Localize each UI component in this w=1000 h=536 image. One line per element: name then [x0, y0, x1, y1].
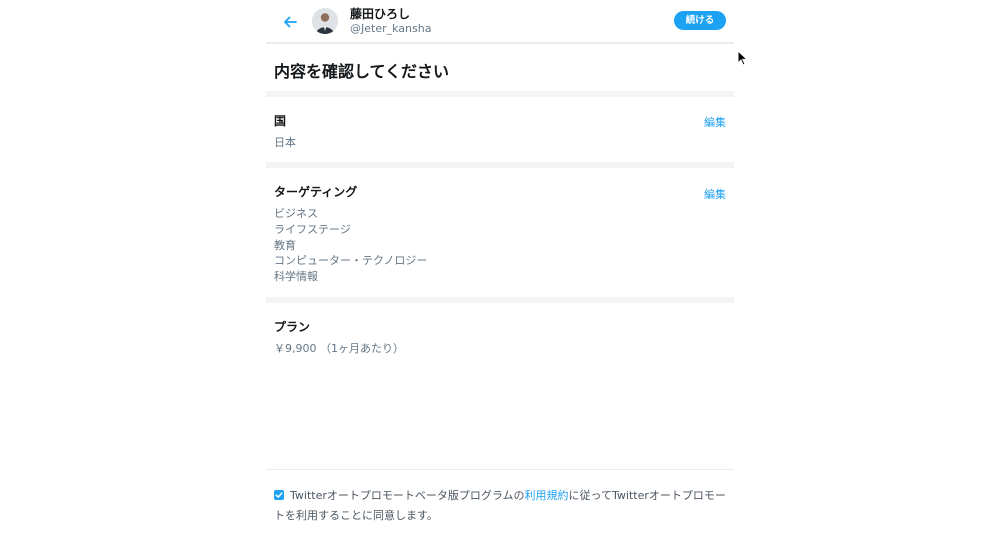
section-divider — [266, 162, 734, 168]
country-edit-link[interactable]: 編集 — [704, 114, 726, 130]
consent-checkbox[interactable] — [274, 490, 284, 500]
section-divider — [266, 91, 734, 97]
plan-section-label: プラン — [274, 320, 311, 334]
avatar[interactable] — [312, 8, 338, 34]
terms-link[interactable]: 利用規約 — [525, 489, 569, 502]
consent-text-before: Twitterオートプロモートベータ版プログラムの — [290, 489, 525, 502]
country-value: 日本 — [274, 136, 296, 149]
section-divider — [266, 297, 734, 303]
consent-statement: Twitterオートプロモートベータ版プログラムの利用規約に従ってTwitter… — [274, 486, 730, 526]
review-panel: 藤田ひろし @Jeter_kansha 続ける 内容を確認してください 国 編集… — [266, 0, 734, 536]
targeting-item-life-stage: ライフステージ — [274, 223, 351, 236]
user-handle: @Jeter_kansha — [350, 22, 432, 35]
targeting-edit-link[interactable]: 編集 — [704, 186, 726, 202]
plan-value: ￥9,900 （1ヶ月あたり） — [274, 342, 404, 355]
targeting-item-technology: コンピューター・テクノロジー — [274, 254, 428, 267]
targeting-section-label: ターゲティング — [274, 185, 358, 199]
user-name: 藤田ひろし — [350, 7, 411, 21]
targeting-item-science: 科学情報 — [274, 270, 318, 283]
consent-divider — [266, 469, 734, 470]
header-bar: 藤田ひろし @Jeter_kansha 続ける — [266, 0, 734, 44]
continue-button[interactable]: 続ける — [674, 11, 726, 30]
page-title: 内容を確認してください — [274, 62, 450, 81]
mouse-cursor-icon — [737, 50, 749, 66]
targeting-item-education: 教育 — [274, 239, 296, 252]
country-section-label: 国 — [274, 114, 287, 128]
back-arrow-icon[interactable] — [280, 12, 300, 32]
targeting-item-business: ビジネス — [274, 207, 318, 220]
